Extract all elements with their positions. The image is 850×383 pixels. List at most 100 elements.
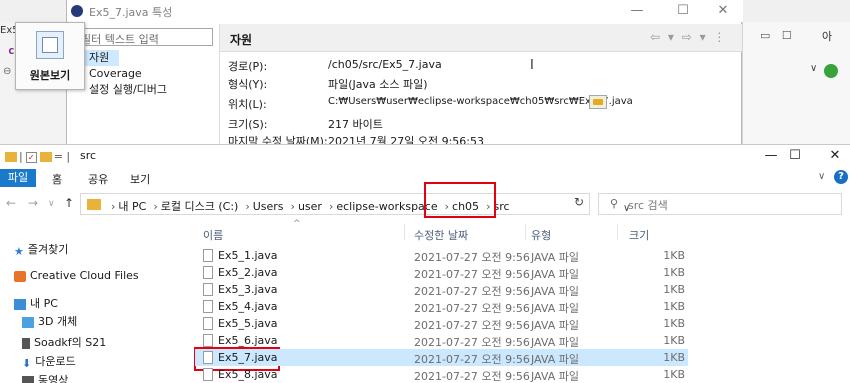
file-size: 1KB [663, 368, 685, 381]
chevron-down-icon[interactable]: ∨ [810, 63, 817, 74]
file-date: 2021-07-27 오전 9:56 [414, 353, 530, 366]
java-file-icon [203, 300, 213, 313]
breadcrumb-local-disk[interactable]: 로컬 디스크 (C:) [161, 200, 239, 213]
close-button[interactable]: ✕ [703, 2, 743, 20]
column-header-type[interactable]: 유형 [531, 227, 551, 243]
location-value: C:₩Users₩user₩eclipse-workspace₩ch05₩src… [328, 96, 633, 107]
sidebar-item-creative-cloud[interactable]: Creative Cloud Files [14, 269, 139, 282]
eclipse-icon [71, 5, 83, 17]
breadcrumb-my-pc[interactable]: 내 PC [118, 200, 146, 213]
sidebar-item-favorites[interactable]: ★ 즐겨찾기 [14, 241, 68, 258]
quick-access-toolbar[interactable]: | ✓ = | [5, 150, 70, 163]
file-name: Ex5_3.java [218, 283, 278, 296]
creative-cloud-icon [14, 270, 26, 282]
path-value: /ch05/src/Ex5_7.java [328, 58, 442, 71]
maximize-button[interactable]: ☐ [663, 2, 703, 20]
file-name: Ex5_6.java [218, 334, 278, 347]
file-date: 2021-07-27 오전 9:56 [414, 268, 530, 281]
run-icon[interactable] [824, 64, 838, 78]
column-header-date[interactable]: 수정한 날짜 [414, 227, 468, 243]
up-button[interactable]: ↑ [64, 196, 74, 210]
sidebar-item-my-pc[interactable]: 내 PC [14, 295, 58, 311]
address-bar[interactable]: › 내 PC › 로컬 디스크 (C:) › Users › user › eclipse-wor… [80, 193, 630, 215]
breadcrumb-user[interactable]: user [298, 200, 322, 213]
tooltip-label: 원본보기 [29, 69, 71, 82]
table-row[interactable]: Ex5_6.java 2021-07-27 오전 9:56 JAVA 파일 1K… [195, 332, 688, 349]
file-name: Ex5_7.java [218, 351, 278, 364]
table-row[interactable]: Ex5_2.java 2021-07-27 오전 9:56 JAVA 파일 1K… [195, 264, 688, 281]
navigation-pane: ★ 즐겨찾기 Creative Cloud Files 내 PC 3D 개체 So… [0, 219, 185, 383]
open-location-button[interactable] [589, 95, 607, 109]
file-date: 2021-07-27 오전 9:56 [414, 319, 530, 332]
file-name: Ex5_8.java [218, 368, 278, 381]
sidebar-item-3d-objects[interactable]: 3D 개체 [22, 313, 77, 329]
size-value: 217 바이트 [328, 118, 383, 131]
sidebar-item-label: 3D 개체 [38, 315, 78, 328]
sidebar-item-videos[interactable]: 동영상 [22, 372, 68, 383]
file-type: JAVA 파일 [531, 251, 579, 264]
folder-icon [593, 99, 603, 105]
file-name: Ex5_1.java [218, 249, 278, 262]
nav-item-run-debug[interactable]: 설정 실행/디버그 [73, 82, 213, 98]
table-row[interactable]: Ex5_5.java 2021-07-27 오전 9:56 JAVA 파일 1K… [195, 315, 688, 332]
table-row[interactable]: Ex5_1.java 2021-07-27 오전 9:56 JAVA 파일 1K… [195, 247, 688, 264]
file-date: 2021-07-27 오전 9:56 [414, 251, 530, 264]
file-date: 2021-07-27 오전 9:56 [414, 370, 530, 383]
file-type: JAVA 파일 [531, 370, 579, 383]
column-divider[interactable] [404, 224, 405, 240]
help-icon[interactable]: ? [834, 170, 848, 184]
star-icon: ★ [14, 244, 24, 258]
download-icon: ⬇ [22, 356, 32, 370]
java-file-icon [203, 249, 213, 262]
tab-share[interactable]: 공유 [88, 171, 108, 187]
back-button[interactable]: ← [6, 196, 16, 210]
file-size: 1KB [663, 283, 685, 296]
type-label: 형식(Y): [228, 78, 268, 91]
table-row[interactable]: Ex5_8.java 2021-07-27 오전 9:56 JAVA 파일 1K… [195, 366, 688, 383]
properties-nav: 자원 Coverage 설정 실행/디버그 [73, 50, 213, 98]
column-divider[interactable] [525, 224, 526, 240]
table-row-selected[interactable]: Ex5_7.java 2021-07-27 오전 9:56 JAVA 파일 1K… [195, 349, 688, 366]
tab-home[interactable]: 홈 [52, 171, 62, 187]
file-explorer-window: | ✓ = | src — ☐ ✕ 파일 홈 공유 보기 ∨ ? ← → ∨ ↑ ›… [0, 144, 850, 383]
size-label: 크기(S): [228, 118, 268, 131]
ribbon-expand-icon[interactable]: ∨ [818, 171, 825, 182]
file-size: 1KB [663, 317, 685, 330]
column-header-name[interactable]: 이름 [203, 227, 223, 243]
minimize-button[interactable]: — [617, 2, 657, 20]
close-button[interactable]: ✕ [812, 145, 850, 167]
dialog-title: Ex5_7.java 특성 [89, 6, 173, 19]
refresh-button[interactable]: ↻ [568, 195, 590, 213]
file-type: JAVA 파일 [531, 302, 579, 315]
sidebar-item-label: Soadkf의 S21 [34, 336, 107, 349]
view-controls-icon[interactable]: ▭ ☐ [760, 29, 796, 42]
outline-tab-label[interactable]: 아 [822, 28, 832, 44]
properties-icon[interactable]: ✓ [25, 151, 37, 163]
forward-button[interactable]: → [28, 196, 38, 210]
column-header-size[interactable]: 크기 [629, 227, 649, 243]
sidebar-item-downloads[interactable]: ⬇ 다운로드 [22, 353, 76, 370]
table-row[interactable]: Ex5_3.java 2021-07-27 오전 9:56 JAVA 파일 1K… [195, 281, 688, 298]
sidebar-item-label: 다운로드 [35, 355, 76, 368]
sidebar-item-label: 내 PC [30, 297, 58, 310]
phone-icon [22, 337, 30, 349]
recent-locations-button[interactable]: ∨ [48, 199, 55, 209]
tab-view[interactable]: 보기 [130, 171, 150, 187]
tooltip-view-source: 원본보기 [15, 22, 85, 90]
computer-icon [14, 298, 26, 310]
table-row[interactable]: Ex5_4.java 2021-07-27 오전 9:56 JAVA 파일 1K… [195, 298, 688, 315]
page-header: 자원 ⇦ ▾ ⇨ ▾ ⋮ [220, 24, 742, 52]
column-divider[interactable] [617, 224, 618, 240]
file-type: JAVA 파일 [531, 268, 579, 281]
new-folder-icon[interactable] [39, 152, 52, 162]
collapse-icon[interactable]: ⊖ [3, 66, 11, 77]
breadcrumb-users[interactable]: Users [253, 200, 284, 213]
breadcrumb-workspace[interactable]: eclipse-workspace [336, 200, 437, 213]
explorer-titlebar: | ✓ = | src — ☐ ✕ [0, 145, 850, 167]
file-date: 2021-07-27 오전 9:56 [414, 302, 530, 315]
sidebar-item-phone[interactable]: Soadkf의 S21 [22, 334, 106, 350]
nav-item-coverage[interactable]: Coverage [73, 66, 213, 82]
view-source-icon [36, 31, 64, 59]
history-nav-icon[interactable]: ⇦ ▾ ⇨ ▾ ⋮ [650, 30, 727, 44]
tab-file[interactable]: 파일 [0, 169, 36, 187]
